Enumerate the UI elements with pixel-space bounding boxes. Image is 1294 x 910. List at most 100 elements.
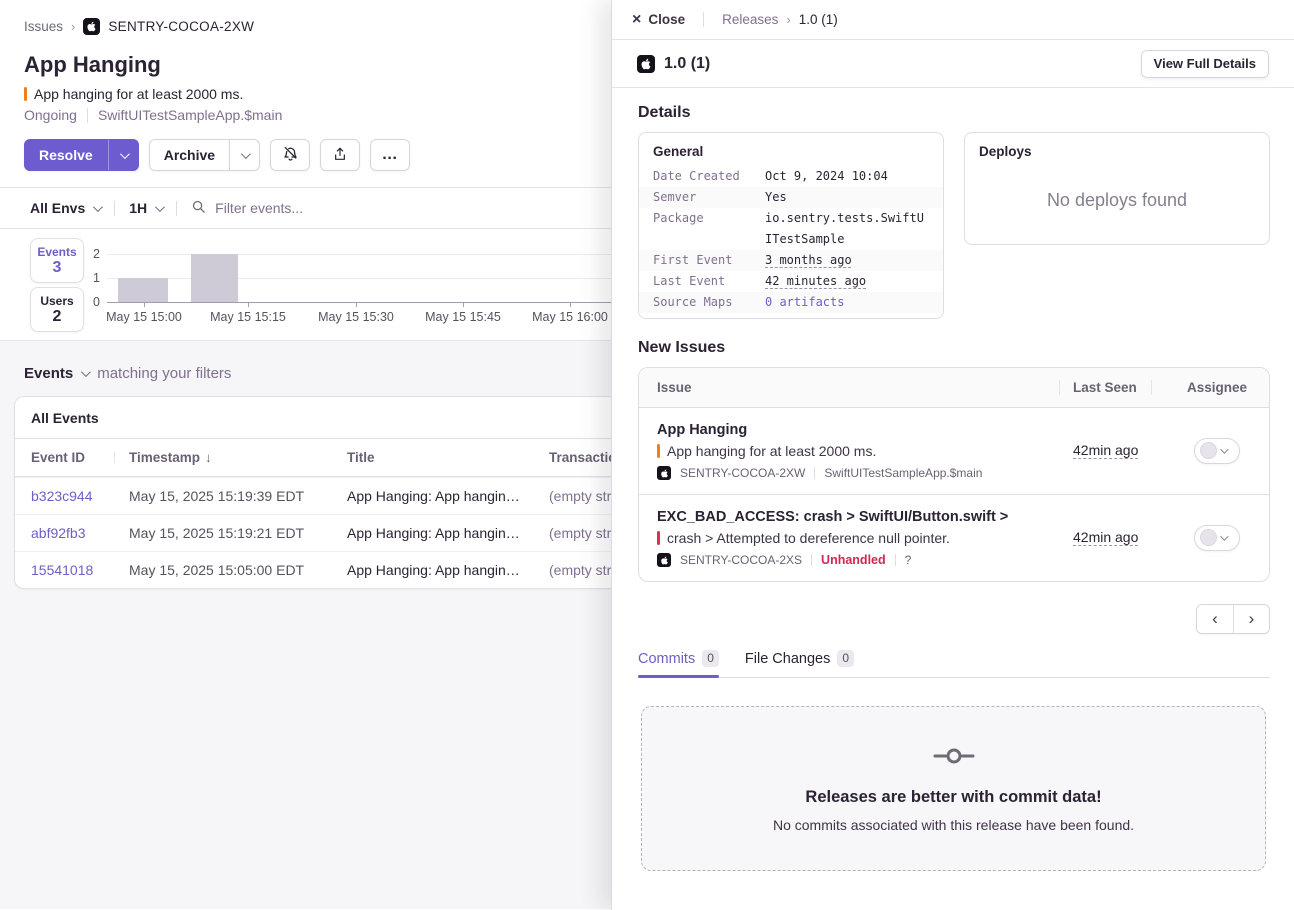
x-axis-tick-label: May 15 15:15 (200, 310, 296, 324)
last-seen-tooltip[interactable]: 42min ago (1073, 442, 1138, 458)
tab-commits-label: Commits (638, 651, 695, 667)
tab-commits[interactable]: Commits 0 (638, 650, 719, 677)
divider (176, 201, 177, 216)
users-stat-value: 2 (53, 308, 62, 326)
release-title: 1.0 (1) (664, 55, 710, 73)
event-id-link[interactable]: 15541018 (31, 562, 129, 578)
archive-dropdown-button[interactable] (229, 139, 260, 171)
release-tabs: Commits 0 File Changes 0 (638, 650, 1270, 678)
release-drawer: × Close Releases › 1.0 (1) 1.0 (1) View … (611, 0, 1294, 910)
x-axis-tick (570, 303, 571, 307)
archive-button[interactable]: Archive (149, 139, 230, 171)
share-button[interactable] (320, 139, 360, 171)
artifacts-link[interactable]: 0 artifacts (765, 292, 929, 313)
issue-link[interactable]: App Hanging (657, 422, 1073, 438)
breadcrumb-releases-link[interactable]: Releases (722, 12, 778, 27)
breadcrumb-separator-icon: › (786, 12, 790, 27)
issue-link[interactable]: EXC_BAD_ACCESS: crash > SwiftUI/Button.s… (657, 509, 1073, 525)
view-full-details-button[interactable]: View Full Details (1141, 50, 1269, 78)
general-row-semver: Semver Yes (639, 187, 943, 208)
assignee-dropdown[interactable] (1194, 525, 1240, 551)
x-axis-tick-label: May 15 15:00 (96, 310, 192, 324)
first-event-tooltip[interactable]: 3 months ago (765, 250, 929, 271)
issue-row[interactable]: App Hanging App hanging for at least 200… (639, 408, 1269, 494)
avatar-placeholder (1200, 529, 1217, 546)
previous-page-button[interactable]: ‹ (1197, 605, 1233, 633)
chevron-down-icon (1220, 532, 1228, 540)
environment-filter[interactable]: All Envs (30, 200, 100, 216)
general-row-last-event: Last Event 42 minutes ago (639, 271, 943, 292)
event-id-link[interactable]: abf92fb3 (31, 525, 129, 541)
new-issues-table: Issue Last Seen Assignee App Hanging App… (638, 367, 1270, 582)
chevron-down-icon (1220, 445, 1228, 453)
resolve-button[interactable]: Resolve (24, 139, 108, 171)
next-page-button[interactable]: › (1233, 605, 1269, 633)
mute-button[interactable] (270, 139, 310, 171)
column-header-title[interactable]: Title (347, 450, 549, 465)
users-stat-label: Users (40, 294, 73, 308)
chart-gridline (107, 278, 615, 279)
general-row-source-maps: Source Maps 0 artifacts (639, 292, 943, 313)
general-card-title: General (639, 133, 943, 166)
issue-row[interactable]: EXC_BAD_ACCESS: crash > SwiftUI/Button.s… (639, 494, 1269, 581)
event-chart-xlabels: May 15 15:00May 15 15:15May 15 15:30May … (107, 310, 627, 326)
pagination: ‹ › (638, 604, 1270, 634)
event-timestamp: May 15, 2025 15:05:00 EDT (129, 562, 347, 578)
assignee-dropdown[interactable] (1194, 438, 1240, 464)
close-drawer-button[interactable]: × Close (632, 12, 685, 27)
bell-slash-icon (282, 145, 299, 165)
y-axis-tick-label: 2 (93, 247, 100, 261)
details-heading: Details (638, 104, 1270, 122)
environment-filter-label: All Envs (30, 200, 85, 216)
general-row-first-event: First Event 3 months ago (639, 250, 943, 271)
x-axis-tick (356, 303, 357, 307)
x-axis-tick-label: May 15 15:30 (308, 310, 404, 324)
close-icon: × (632, 13, 641, 27)
x-axis-tick-label: May 15 15:45 (415, 310, 511, 324)
divider (703, 12, 704, 27)
divider (811, 554, 812, 566)
new-issues-heading: New Issues (638, 339, 1270, 357)
last-seen-tooltip[interactable]: 42min ago (1073, 529, 1138, 545)
chevron-left-icon: ‹ (1212, 609, 1218, 629)
help-icon[interactable]: ? (905, 553, 912, 567)
issue-status: Ongoing (24, 107, 77, 123)
tab-file-changes[interactable]: File Changes 0 (745, 650, 854, 677)
drawer-breadcrumb: Releases › 1.0 (1) (722, 12, 838, 27)
issue-subtitle: App hanging for at least 2000 ms. (667, 443, 876, 459)
chevron-down-icon (120, 149, 130, 159)
time-range-filter[interactable]: 1H (129, 200, 162, 216)
last-event-tooltip[interactable]: 42 minutes ago (765, 271, 929, 292)
column-header-timestamp[interactable]: Timestamp↓ (129, 450, 347, 465)
apple-platform-icon (637, 55, 655, 73)
file-changes-count-badge: 0 (837, 650, 854, 667)
more-actions-button[interactable]: … (370, 139, 410, 171)
chart-bar (118, 278, 168, 302)
new-issues-table-header: Issue Last Seen Assignee (639, 368, 1269, 408)
ellipsis-icon: … (382, 150, 399, 160)
column-header-issue: Issue (639, 380, 1073, 395)
close-label: Close (648, 12, 685, 27)
events-header-suffix: matching your filters (97, 365, 231, 382)
breadcrumb-project-id: SENTRY-COCOA-2XW (108, 19, 254, 34)
chevron-down-icon (93, 202, 103, 212)
events-stat-label: Events (37, 245, 76, 259)
events-dropdown[interactable]: Events (24, 365, 88, 382)
drawer-content: Details General Date Created Oct 9, 2024… (612, 88, 1294, 871)
level-indicator (657, 444, 660, 458)
x-axis-tick-label: May 15 16:00 (522, 310, 618, 324)
chevron-right-icon: › (1249, 609, 1255, 629)
app-root: Issues › SENTRY-COCOA-2XW App Hanging Ap… (0, 0, 1294, 910)
event-title: App Hanging: App hangin… (347, 562, 549, 578)
event-id-link[interactable]: b323c944 (31, 488, 129, 504)
breadcrumb-issues-link[interactable]: Issues (24, 19, 63, 34)
x-axis-tick (463, 303, 464, 307)
time-range-label: 1H (129, 200, 147, 216)
event-title: App Hanging: App hangin… (347, 488, 549, 504)
resolve-dropdown-button[interactable] (108, 139, 139, 171)
commits-count-badge: 0 (702, 650, 719, 667)
general-row-package: Package io.sentry.tests.SwiftUITestSampl… (639, 208, 943, 250)
search-icon (191, 199, 206, 217)
chart-bar (191, 254, 238, 302)
chevron-down-icon (155, 202, 165, 212)
